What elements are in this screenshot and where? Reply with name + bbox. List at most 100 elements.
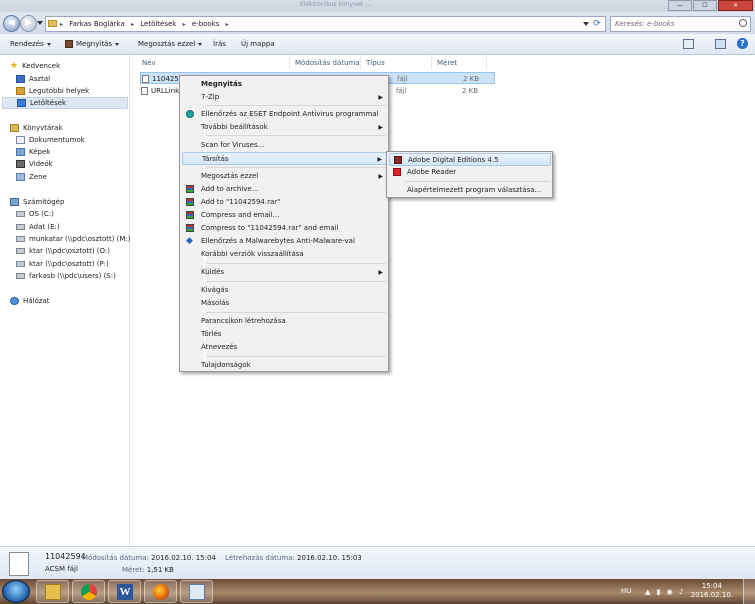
- sidebar-item-drive[interactable]: Adat (E:): [16, 222, 60, 232]
- close-button[interactable]: ✕: [718, 0, 753, 11]
- back-button[interactable]: ◀: [3, 15, 20, 32]
- menu-item-share-with[interactable]: Megosztás ezzel ▶: [182, 170, 387, 183]
- language-indicator[interactable]: HU: [621, 587, 631, 595]
- sidebar-item-documents[interactable]: Dokumentumok: [16, 135, 85, 145]
- sidebar-item-drive[interactable]: ktar (\\pdc\osztott) (O:): [16, 246, 110, 256]
- maximize-button[interactable]: ☐: [693, 0, 717, 11]
- menu-item-compress-rar-email[interactable]: Compress to "11042594.rar" and email: [182, 222, 387, 235]
- sidebar-item-computer[interactable]: Számítógép: [10, 197, 64, 207]
- network-drive-icon: [16, 273, 25, 279]
- menu-item-add-to-archive[interactable]: Add to archive...: [182, 183, 387, 196]
- menu-item-malwarebytes-scan[interactable]: ◆ Ellenőrzés a Malwarebytes Anti-Malware-…: [182, 235, 387, 248]
- menu-item-label: Add to archive...: [201, 185, 259, 193]
- submenu-item-adobe-digital-editions[interactable]: Adobe Digital Editions 4.5: [389, 153, 551, 166]
- sidebar-item-label: Zene: [29, 173, 47, 181]
- taskbar-chrome[interactable]: [72, 580, 105, 603]
- sidebar-item-videos[interactable]: Videók: [16, 159, 53, 169]
- menu-item-restore-versions[interactable]: Korábbi verziók visszaállítása: [182, 248, 387, 261]
- submenu-item-choose-default[interactable]: Alapértelmezett program választása...: [389, 184, 551, 197]
- menu-item-send-to[interactable]: Küldés ▶: [182, 266, 387, 279]
- menu-item-properties[interactable]: Tulajdonságok: [182, 359, 387, 372]
- column-divider[interactable]: [360, 55, 361, 69]
- menu-item-compress-email[interactable]: Compress and email...: [182, 209, 387, 222]
- start-button[interactable]: [2, 580, 30, 603]
- search-input[interactable]: Keresés: e-books: [610, 16, 751, 32]
- share-button[interactable]: Megosztás ezzel: [138, 39, 203, 50]
- sidebar-item-label: Könyvtárak: [23, 124, 63, 132]
- sidebar-item-drive[interactable]: ktar (\\pdc\osztott) (P:): [16, 259, 109, 269]
- adobe-digital-editions-icon: [394, 156, 402, 164]
- details-modified-value: 2016.02.10. 15:04: [151, 554, 216, 562]
- details-size-value: 1,51 KB: [146, 566, 174, 574]
- address-dropdown-icon[interactable]: [583, 22, 589, 26]
- taskbar-explorer[interactable]: [36, 580, 69, 603]
- details-file-name: 11042594: [45, 552, 86, 561]
- share-label: Megosztás ezzel: [138, 40, 196, 48]
- clock[interactable]: 15:04 2016.02.10.: [691, 582, 733, 600]
- breadcrumb-item[interactable]: Letöltések: [140, 20, 176, 28]
- menu-item-eset-scan[interactable]: Ellenőrzés az ESET Endpoint Antivirus pr…: [182, 108, 387, 121]
- sidebar-item-drive[interactable]: OS (C:): [16, 209, 54, 219]
- sidebar-item-downloads[interactable]: Letöltések: [2, 97, 128, 109]
- address-bar[interactable]: ▸ Farkas Boglárka ▸ Letöltések ▸ e-books…: [45, 16, 606, 32]
- sidebar-item-network[interactable]: Hálózat: [10, 296, 50, 306]
- chevron-right-icon[interactable]: ▸: [226, 21, 229, 28]
- menu-item-label: Kivágás: [201, 286, 229, 294]
- column-divider[interactable]: [486, 55, 487, 69]
- burn-button[interactable]: Írás: [213, 39, 226, 50]
- sidebar-item-desktop[interactable]: Asztal: [16, 74, 50, 84]
- column-header-name[interactable]: Név: [142, 58, 156, 68]
- menu-item-rename[interactable]: Átnevezés: [182, 341, 387, 354]
- submenu-item-adobe-reader[interactable]: Adobe Reader: [389, 166, 551, 179]
- refresh-icon[interactable]: ⟳: [591, 17, 603, 31]
- sidebar-item-music[interactable]: Zene: [16, 172, 47, 182]
- breadcrumb-item[interactable]: e-books: [192, 20, 220, 28]
- sidebar-item-drive[interactable]: munkatar (\\pdc\osztott) (M:): [16, 234, 131, 244]
- chevron-down-icon: [46, 42, 51, 46]
- menu-item-delete[interactable]: Törlés: [182, 328, 387, 341]
- menu-item-create-shortcut[interactable]: Parancsikon létrehozása: [182, 315, 387, 328]
- forward-button[interactable]: ▶: [20, 15, 37, 32]
- new-folder-button[interactable]: Új mappa: [241, 39, 275, 50]
- minimize-button[interactable]: —: [668, 0, 692, 11]
- menu-item-open[interactable]: Megnyitás: [182, 78, 387, 91]
- organize-button[interactable]: Rendezés: [10, 39, 51, 50]
- chevron-right-icon[interactable]: ▸: [183, 21, 186, 28]
- column-divider[interactable]: [431, 55, 432, 69]
- menu-item-7zip[interactable]: 7-Zip ▶: [182, 91, 387, 104]
- menu-item-scan-viruses[interactable]: Scan for Viruses...: [182, 139, 387, 152]
- chevron-right-icon[interactable]: ▸: [60, 21, 63, 28]
- network-icon: [10, 297, 19, 305]
- sidebar-item-favorites[interactable]: ★ Kedvencek: [10, 61, 60, 71]
- menu-separator: [206, 263, 386, 264]
- menu-item-open-with[interactable]: Társítás ▶: [182, 152, 387, 165]
- help-icon[interactable]: ?: [737, 38, 748, 49]
- taskbar-firefox[interactable]: [144, 580, 177, 603]
- open-button[interactable]: Megnyitás: [65, 39, 119, 50]
- menu-item-more-settings[interactable]: További beállítások ▶: [182, 121, 387, 134]
- sidebar-item-drive[interactable]: farkasb (\\pdc\users) (S:): [16, 271, 116, 281]
- view-options-icon[interactable]: [683, 39, 694, 49]
- details-file-type: ACSM fájl: [45, 565, 78, 573]
- menu-item-cut[interactable]: Kivágás: [182, 284, 387, 297]
- sidebar-item-pictures[interactable]: Képek: [16, 147, 50, 157]
- recent-pages-icon[interactable]: [37, 21, 43, 25]
- details-created-value: 2016.02.10. 15:03: [297, 554, 362, 562]
- taskbar-notepad[interactable]: [180, 580, 213, 603]
- column-header-size[interactable]: Méret: [437, 58, 457, 68]
- tray-icons[interactable]: ▲ ▮ ◉ ♪: [645, 588, 686, 596]
- breadcrumb-item[interactable]: Farkas Boglárka: [69, 20, 125, 28]
- winrar-icon: [186, 224, 194, 232]
- chevron-right-icon[interactable]: ▸: [131, 21, 134, 28]
- taskbar-word[interactable]: W: [108, 580, 141, 603]
- search-icon[interactable]: [739, 19, 747, 27]
- column-divider[interactable]: [289, 55, 290, 69]
- column-header-modified[interactable]: Módosítás dátuma: [295, 58, 360, 68]
- menu-item-copy[interactable]: Másolás: [182, 297, 387, 310]
- menu-item-add-to-rar[interactable]: Add to "11042594.rar": [182, 196, 387, 209]
- sidebar-item-recent[interactable]: Legutóbbi helyek: [16, 86, 89, 96]
- sidebar-item-libraries[interactable]: Könyvtárak: [10, 123, 63, 133]
- column-header-type[interactable]: Típus: [366, 58, 385, 68]
- preview-pane-icon[interactable]: [715, 39, 726, 49]
- show-desktop-button[interactable]: [743, 579, 755, 604]
